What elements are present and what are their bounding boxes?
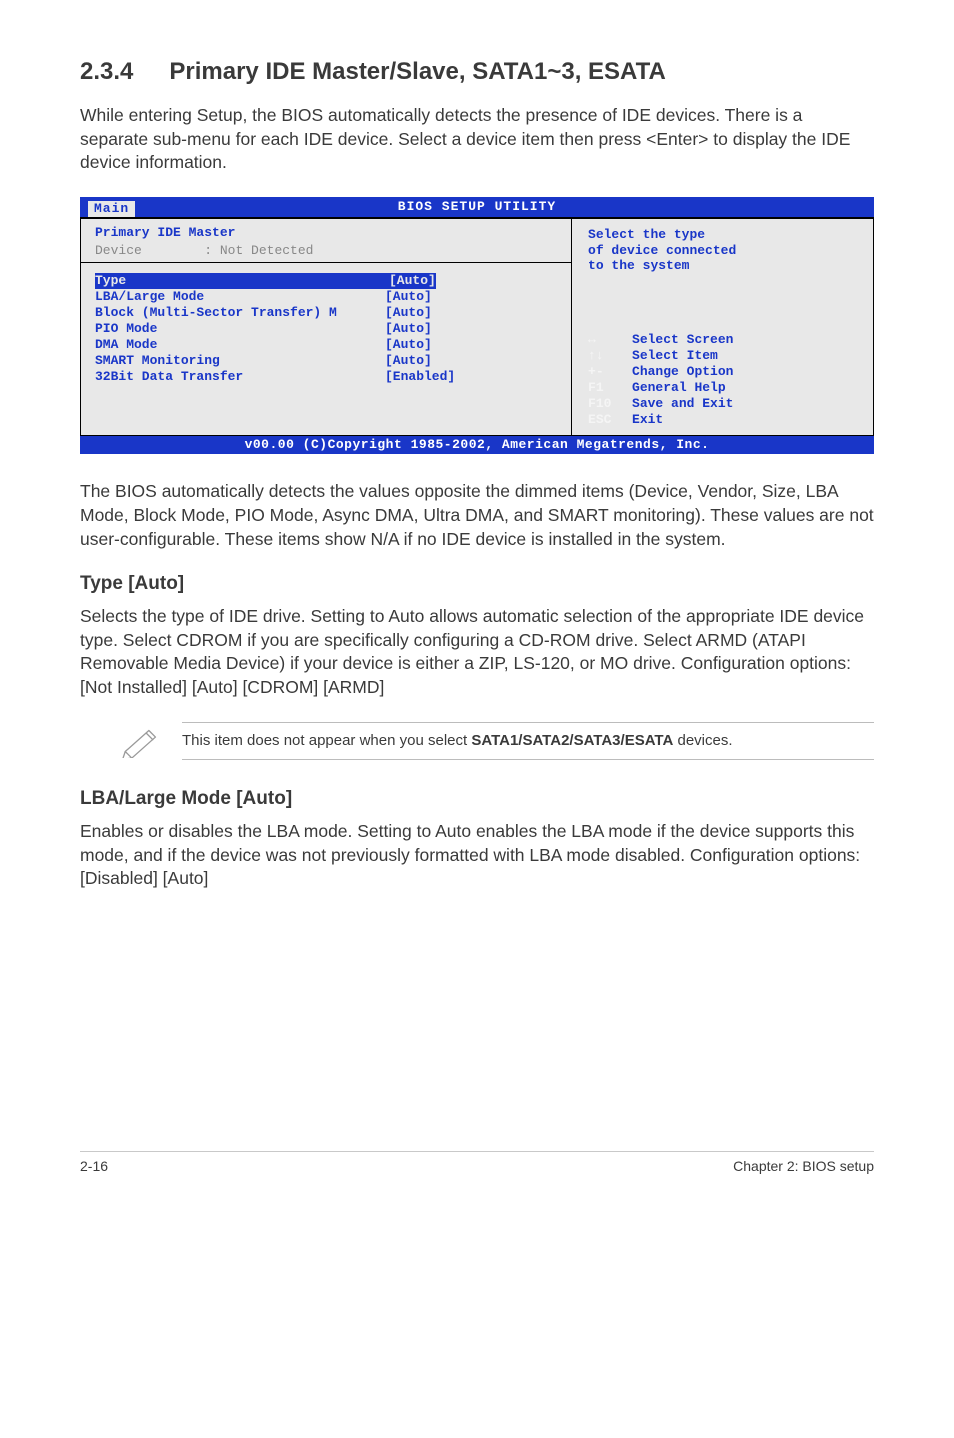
bios-key-row: ↔Select Screen	[588, 332, 859, 348]
bios-key-desc: Change Option	[632, 364, 733, 380]
after-bios-paragraph: The BIOS automatically detects the value…	[80, 480, 874, 551]
bios-key-row: +-Change Option	[588, 364, 859, 380]
lba-paragraph: Enables or disables the LBA mode. Settin…	[80, 820, 874, 891]
bios-option-value: [Auto]	[387, 273, 436, 289]
bios-key-row: ↑↓Select Item	[588, 348, 859, 364]
note-text-suffix: devices.	[673, 732, 732, 749]
bios-key-desc: General Help	[632, 380, 726, 396]
bios-option-value: [Enabled]	[385, 369, 455, 385]
bios-option-label: PIO Mode	[95, 321, 385, 337]
bios-device-value: : Not Detected	[204, 243, 313, 258]
bios-key-desc: Select Item	[632, 348, 718, 364]
bios-title-bar: BIOS SETUP UTILITY Main	[80, 197, 874, 217]
bios-option-value: [Auto]	[385, 337, 432, 353]
note-callout: This item does not appear when you selec…	[120, 722, 874, 760]
bios-option-row: PIO Mode[Auto]	[95, 321, 557, 337]
bios-key-symbol: F1	[588, 380, 632, 396]
bios-option-label: DMA Mode	[95, 337, 385, 353]
bios-key-legend: ↔Select Screen↑↓Select Item+-Change Opti…	[588, 332, 859, 427]
bios-help-line: Select the type	[588, 227, 859, 243]
bios-option-label: Type	[95, 273, 387, 289]
bios-device-row: Device : Not Detected	[95, 243, 557, 259]
bios-active-tab: Main	[88, 201, 135, 217]
bios-option-value: [Auto]	[385, 353, 432, 369]
bios-option-label: LBA/Large Mode	[95, 289, 385, 305]
lba-subheading: LBA/Large Mode [Auto]	[80, 788, 874, 810]
bios-right-pane: Select the type of device connected to t…	[572, 219, 873, 436]
type-paragraph: Selects the type of IDE drive. Setting t…	[80, 605, 874, 700]
note-text: This item does not appear when you selec…	[182, 722, 874, 760]
bios-help-line: to the system	[588, 258, 859, 274]
section-number: 2.3.4	[80, 58, 133, 86]
bios-option-value: [Auto]	[385, 289, 432, 305]
bios-options-list: Type[Auto]LBA/Large Mode[Auto]Block (Mul…	[81, 263, 571, 418]
bios-key-row: F10Save and Exit	[588, 396, 859, 412]
bios-key-desc: Save and Exit	[632, 396, 733, 412]
bios-key-symbol: ↔	[588, 332, 632, 348]
section-title: Primary IDE Master/Slave, SATA1~3, ESATA	[169, 58, 665, 85]
chapter-label: Chapter 2: BIOS setup	[733, 1158, 874, 1174]
bios-help-text: Select the type of device connected to t…	[588, 227, 859, 275]
page-number: 2-16	[80, 1158, 108, 1174]
bios-body: Primary IDE Master Device : Not Detected…	[80, 217, 874, 437]
bios-option-row: Block (Multi-Sector Transfer) M[Auto]	[95, 305, 557, 321]
pencil-icon	[120, 724, 162, 758]
bios-option-label: SMART Monitoring	[95, 353, 385, 369]
note-text-bold: SATA1/SATA2/SATA3/ESATA	[471, 732, 673, 749]
bios-key-desc: Exit	[632, 412, 663, 428]
bios-key-desc: Select Screen	[632, 332, 733, 348]
bios-left-header: Primary IDE Master Device : Not Detected	[81, 219, 571, 264]
bios-option-row: 32Bit Data Transfer[Enabled]	[95, 369, 557, 385]
page-footer: 2-16 Chapter 2: BIOS setup	[80, 1151, 874, 1174]
bios-left-pane: Primary IDE Master Device : Not Detected…	[81, 219, 572, 436]
bios-setup-figure: BIOS SETUP UTILITY Main Primary IDE Mast…	[80, 197, 874, 454]
note-text-prefix: This item does not appear when you selec…	[182, 732, 471, 749]
bios-device-label: Device	[95, 243, 142, 258]
bios-copyright-footer: v00.00 (C)Copyright 1985-2002, American …	[80, 436, 874, 454]
bios-key-row: F1General Help	[588, 380, 859, 396]
type-subheading: Type [Auto]	[80, 573, 874, 595]
bios-option-label: Block (Multi-Sector Transfer) M	[95, 305, 385, 321]
bios-utility-title: BIOS SETUP UTILITY	[398, 199, 556, 214]
section-heading: 2.3.4 Primary IDE Master/Slave, SATA1~3, …	[80, 58, 874, 86]
bios-key-symbol: F10	[588, 396, 632, 412]
bios-key-row: ESCExit	[588, 412, 859, 428]
bios-option-row: SMART Monitoring[Auto]	[95, 353, 557, 369]
bios-option-label: 32Bit Data Transfer	[95, 369, 385, 385]
bios-option-value: [Auto]	[385, 321, 432, 337]
bios-key-symbol: ESC	[588, 412, 632, 428]
bios-help-line: of device connected	[588, 243, 859, 259]
intro-paragraph: While entering Setup, the BIOS automatic…	[80, 104, 874, 175]
bios-key-symbol: +-	[588, 364, 632, 380]
bios-option-row: DMA Mode[Auto]	[95, 337, 557, 353]
bios-option-value: [Auto]	[385, 305, 432, 321]
bios-left-header-title: Primary IDE Master	[95, 225, 557, 241]
bios-option-row: Type[Auto]	[95, 273, 557, 289]
bios-option-row: LBA/Large Mode[Auto]	[95, 289, 557, 305]
bios-key-symbol: ↑↓	[588, 348, 632, 364]
